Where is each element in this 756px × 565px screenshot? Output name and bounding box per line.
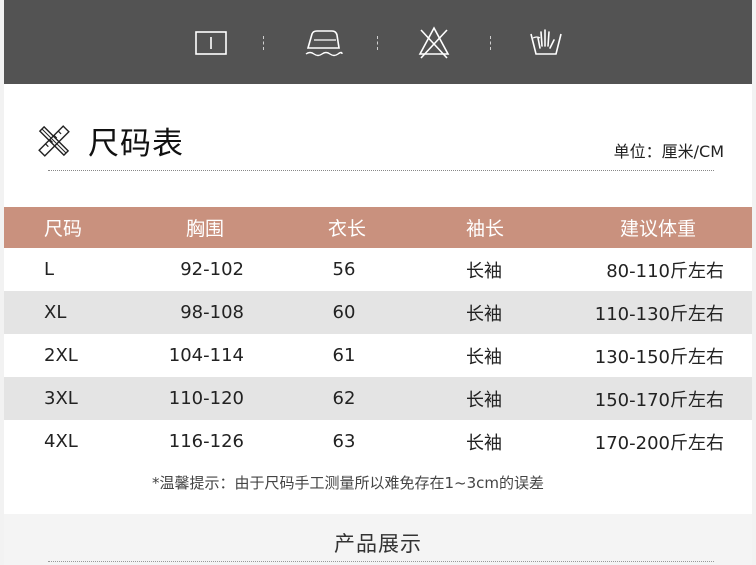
page-title: 尺码表: [88, 126, 184, 162]
cell-weight: 130-150斤左右: [594, 346, 724, 368]
cell-weight: 170-200斤左右: [594, 432, 724, 454]
iron-icon: [305, 30, 343, 57]
size-chart-card: 尺码表 单位：厘米/CM 尺码 胸围 衣长 袖长 建议体重 L 92-102 5…: [4, 0, 752, 565]
dotted-divider: [48, 561, 714, 562]
cell-length: 61: [332, 345, 356, 366]
care-label-bar: [4, 0, 752, 84]
header-weight: 建议体重: [619, 218, 696, 240]
tumble-dry-icon: [195, 31, 227, 55]
unit-label: 单位：厘米/CM: [613, 142, 724, 161]
cell-length: 63: [332, 431, 356, 452]
table-row: 3XL 110-120 62 长袖 150-170斤左右: [4, 377, 752, 420]
cell-weight: 150-170斤左右: [594, 389, 724, 411]
divider: [377, 36, 379, 50]
cell-chest: 110-120: [168, 388, 244, 409]
do-not-bleach-icon: [418, 26, 450, 59]
dotted-divider: [48, 170, 714, 171]
hand-wash-icon: [530, 29, 562, 55]
cell-sleeve: 长袖: [466, 346, 502, 368]
section-title: 产品展示: [334, 532, 422, 556]
cell-size: 2XL: [44, 345, 78, 366]
header-chest: 胸围: [186, 218, 225, 240]
cell-sleeve: 长袖: [466, 303, 502, 325]
cell-length: 62: [332, 388, 356, 409]
cell-sleeve: 长袖: [466, 260, 502, 282]
cell-size: L: [44, 259, 55, 280]
cell-length: 60: [332, 302, 356, 323]
header-length: 衣长: [328, 218, 367, 240]
cell-sleeve: 长袖: [466, 389, 502, 411]
divider: [490, 36, 492, 50]
cell-sleeve: 长袖: [466, 432, 502, 454]
header-sleeve: 袖长: [466, 218, 505, 240]
size-chart-heading: 尺码表: [36, 118, 184, 163]
cell-chest: 92-102: [180, 259, 244, 280]
cell-length: 56: [332, 259, 356, 280]
measurement-note: *温馨提示：由于尺码手工测量所以难免存在1~3cm的误差: [152, 474, 545, 492]
table-header: 尺码 胸围 衣长 袖长 建议体重: [4, 207, 752, 248]
table-row: XL 98-108 60 长袖 110-130斤左右: [4, 291, 752, 334]
cell-size: XL: [44, 302, 67, 323]
table-row: 4XL 116-126 63 长袖 170-200斤左右: [4, 420, 752, 463]
cell-size: 3XL: [44, 388, 78, 409]
cell-weight: 80-110斤左右: [606, 260, 724, 282]
header-size: 尺码: [44, 218, 83, 240]
ruler-scissors-icon: [38, 124, 70, 157]
cell-chest: 98-108: [180, 302, 244, 323]
product-display-section: 产品展示: [4, 514, 752, 565]
table-row: L 92-102 56 长袖 80-110斤左右: [4, 248, 752, 291]
cell-chest: 104-114: [168, 345, 244, 366]
cell-size: 4XL: [44, 431, 78, 452]
cell-weight: 110-130斤左右: [594, 303, 724, 325]
divider: [263, 36, 265, 50]
table-row: 2XL 104-114 61 长袖 130-150斤左右: [4, 334, 752, 377]
cell-chest: 116-126: [168, 431, 244, 452]
